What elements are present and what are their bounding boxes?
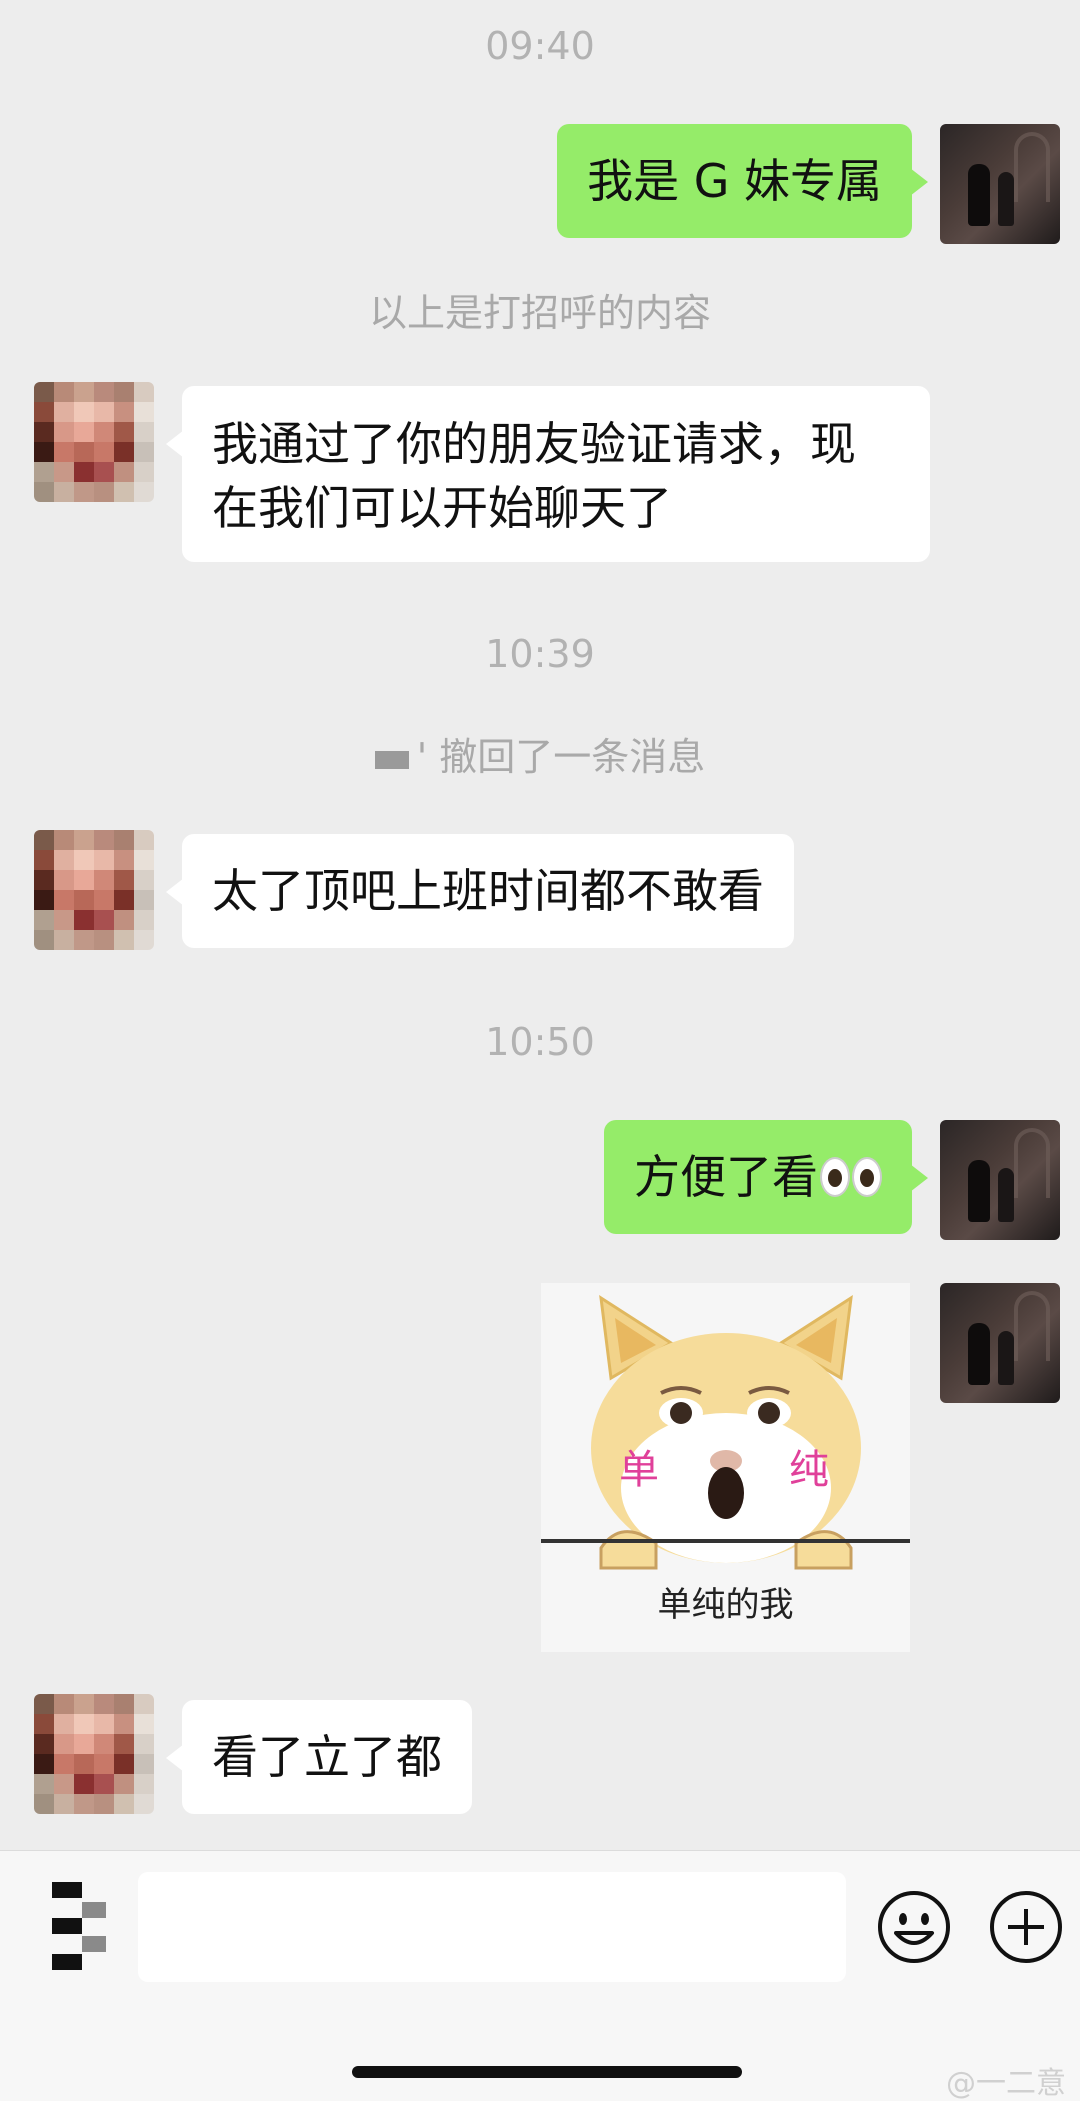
sticker-message[interactable]: 单 纯 单纯的我 — [541, 1283, 910, 1652]
recall-text: ' 撤回了一条消息 — [416, 735, 706, 779]
message-text-line1: 我通过了你的朋友验证请求，现 — [212, 417, 856, 471]
system-notice: 以上是打招呼的内容 — [368, 291, 711, 335]
message-bubble-contact[interactable]: 我通过了你的朋友验证请求，现 在我们可以开始聊天了 — [166, 386, 930, 562]
self-avatar[interactable] — [940, 1120, 1060, 1240]
message-input[interactable] — [138, 1872, 846, 1982]
message-text: 看了立了都 — [212, 1730, 442, 1784]
message-text: 太了顶吧上班时间都不敢看 — [212, 864, 764, 918]
message-text: 方便了看 — [634, 1150, 818, 1204]
timestamp: 09:40 — [485, 24, 595, 68]
watermark: @一二意 — [946, 2066, 1066, 2101]
blurred-name — [374, 750, 409, 769]
contact-avatar[interactable] — [34, 1694, 154, 1814]
sticker-caption: 单纯的我 — [657, 1585, 794, 1625]
home-indicator — [352, 2066, 742, 2078]
contact-avatar[interactable] — [34, 830, 154, 950]
message-bubble-self[interactable]: 方便了看 — [604, 1120, 928, 1234]
eyes-emoji-icon — [852, 1157, 882, 1197]
eyes-emoji-icon — [820, 1157, 850, 1197]
message-bubble-contact[interactable]: 太了顶吧上班时间都不敢看 — [166, 834, 794, 948]
timestamp: 10:39 — [485, 632, 595, 676]
contact-avatar[interactable] — [34, 382, 154, 502]
message-text-line2: 在我们可以开始聊天了 — [212, 481, 672, 535]
message-bubble-contact[interactable]: 看了立了都 — [166, 1700, 472, 1814]
sticker-cheek-right: 纯 — [789, 1447, 829, 1493]
timestamp: 10:50 — [485, 1020, 595, 1064]
emoji-icon[interactable] — [876, 1889, 952, 1965]
cat-face-sticker-icon: 单 纯 — [541, 1295, 910, 1570]
voice-keyboard-icon[interactable] — [48, 1880, 108, 1972]
message-text: 我是 G 妹专属 — [587, 154, 882, 208]
message-bubble-self[interactable]: 我是 G 妹专属 — [557, 124, 928, 238]
sticker-cheek-left: 单 — [619, 1447, 659, 1493]
recall-notice: ' 撤回了一条消息 — [0, 726, 1080, 781]
self-avatar[interactable] — [940, 1283, 1060, 1403]
plus-icon[interactable] — [988, 1889, 1064, 1965]
self-avatar[interactable] — [940, 124, 1060, 244]
